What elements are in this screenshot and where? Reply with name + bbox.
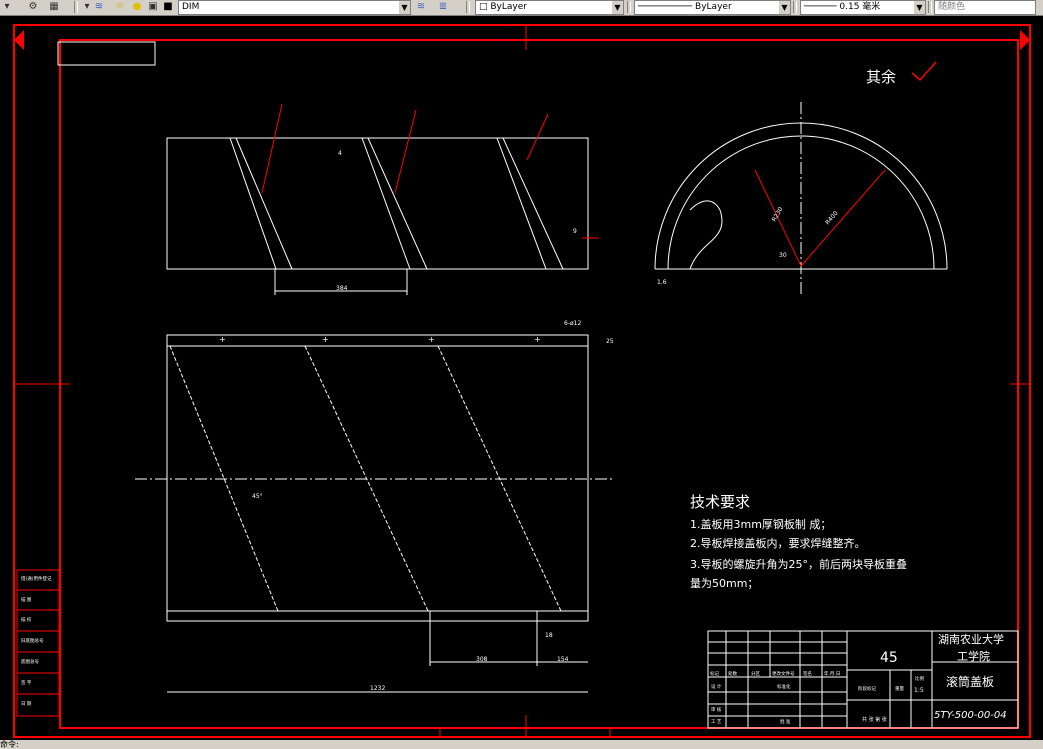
hole-mark: + xyxy=(428,335,435,344)
row-label: 设 计 xyxy=(711,683,722,690)
roughness-check-icon xyxy=(911,61,937,82)
linetype-value: ByLayer xyxy=(695,2,732,12)
scale-value: 1:5 xyxy=(914,687,924,694)
layer-state-icon[interactable]: ▦ xyxy=(47,0,61,13)
dim-gap: 4 xyxy=(338,150,342,157)
tech-item: 1.盖板用3mm厚钢板制 成； xyxy=(690,517,831,531)
dim-side: 25 xyxy=(606,338,614,345)
left-table-label: 签 字 xyxy=(21,679,32,686)
corner-mark xyxy=(1020,30,1030,50)
layer-manager-icon[interactable]: ⚙ xyxy=(26,0,40,13)
tech-item: 2.导板焊接盖板内，要求焊缝整齐。 xyxy=(690,536,866,550)
dropdown-arrow-icon[interactable]: ▾ xyxy=(0,0,14,13)
misc-label: 共 张 第 张 xyxy=(862,716,887,723)
part-name: 滚筒盖板 xyxy=(946,674,994,689)
dim-inner-r: R230 xyxy=(771,206,785,223)
school-dept: 工学院 xyxy=(957,649,990,663)
color-combo[interactable]: □ ByLayer ▼ xyxy=(475,0,624,15)
material-value: 45 xyxy=(880,650,898,666)
header-cell: 更改文件号 xyxy=(772,670,795,677)
arc-view xyxy=(654,102,948,297)
header-cell: 签名 xyxy=(803,670,812,677)
dim-d2: 154 xyxy=(557,656,569,663)
tech-item: 量为50mm； xyxy=(690,577,758,590)
left-table-label: 旧底图总号 xyxy=(21,637,44,644)
misc-label: 重量 xyxy=(895,685,904,692)
lineweight-combo-value: ────── 0.15 毫米 xyxy=(804,2,881,12)
left-table-label: 日 期 xyxy=(21,701,32,707)
bottom-ruler xyxy=(439,727,611,738)
drawing-number: 5TY-500-00-04 xyxy=(934,710,1007,721)
color-value: ByLayer xyxy=(490,2,527,12)
hole-mark: + xyxy=(219,335,226,344)
header-cell: 标记 xyxy=(710,670,719,677)
layer-combo-value: DIM xyxy=(182,2,200,12)
header-cell: 年.月.日 xyxy=(824,670,840,677)
misc-label: 阶段标记 xyxy=(858,685,876,692)
lineweight-combo[interactable]: ────── 0.15 毫米 ▼ xyxy=(800,0,926,15)
plotstyle-combo[interactable]: 随颜色 xyxy=(934,0,1036,15)
row-label: 工 艺 xyxy=(711,719,722,725)
color-combo-value: □ ByLayer xyxy=(479,2,527,12)
hole-mark: + xyxy=(534,335,541,344)
hole-mark: + xyxy=(322,335,329,344)
left-table-label: 借(通)用件登记 xyxy=(21,575,52,582)
plan-view xyxy=(135,334,615,693)
chevron-down-icon[interactable]: ▼ xyxy=(612,1,623,14)
outer-frame xyxy=(13,24,1031,738)
layers-icon[interactable]: ≋ xyxy=(92,0,106,13)
tech-item: 3.导板的螺旋升角为25°，前后两块导板重叠 xyxy=(690,557,907,571)
lineweight-value: 0.15 毫米 xyxy=(839,2,881,12)
row-label: 标准化 xyxy=(777,683,791,690)
command-line[interactable]: 命令: xyxy=(0,740,1043,749)
chevron-down-icon[interactable]: ▼ xyxy=(399,1,410,14)
dim-d1: 308 xyxy=(476,656,488,663)
plotstyle-value: 随颜色 xyxy=(938,2,966,12)
dim-bottom-gap: 18 xyxy=(545,632,553,639)
dim-small: 30 xyxy=(779,252,787,259)
drawing-svg: 其余 4 9 384 R230 R400 1.6 30 + + + + 6-ø1… xyxy=(13,24,1031,738)
code-box xyxy=(57,41,156,66)
roughness-label: 其余 xyxy=(866,68,896,86)
chevron-down-icon[interactable]: ▼ xyxy=(779,1,790,14)
dim-total: 1232 xyxy=(370,685,385,692)
drawing-canvas[interactable]: 其余 4 9 384 R230 R400 1.6 30 + + + + 6-ø1… xyxy=(0,16,1043,740)
sun-icon[interactable]: ● xyxy=(130,0,144,13)
row-label: 批 准 xyxy=(780,718,791,725)
left-table-label: 底图总号 xyxy=(21,658,39,665)
dim-height: 9 xyxy=(573,228,577,235)
command-prompt: 命令: xyxy=(0,740,19,749)
corner-mark xyxy=(14,30,24,50)
lightbulb-icon[interactable]: ☼ xyxy=(113,0,127,13)
linetype-combo-value: ────────── ByLayer xyxy=(638,2,732,12)
misc-label: 比例 xyxy=(915,675,924,682)
lock-icon[interactable]: ▣ xyxy=(146,0,160,13)
properties-toolbar: ▾ ⚙ ▦ ▾ ≋ ☼ ● ▣ ■ DIM ▼ ≋ ≣ □ ByLayer ▼ … xyxy=(0,0,1043,16)
header-cell: 处数 xyxy=(728,670,737,677)
layer-match-icon[interactable]: ≣ xyxy=(436,0,450,13)
chevron-down-icon[interactable]: ▼ xyxy=(914,1,925,14)
dim-angle: 45° xyxy=(252,493,263,500)
dim-pitch: 384 xyxy=(336,285,348,292)
left-table-label: 描 图 xyxy=(21,596,32,603)
dim-hole: 6-ø12 xyxy=(564,320,581,327)
header-cell: 分区 xyxy=(751,670,760,677)
tech-title: 技术要求 xyxy=(690,493,750,511)
layer-combo[interactable]: DIM ▼ xyxy=(178,0,411,15)
color-square-icon[interactable]: ■ xyxy=(161,0,175,13)
row-label: 审 核 xyxy=(711,706,722,713)
dim-width: 1.6 xyxy=(657,279,667,286)
school-name: 湖南农业大学 xyxy=(938,632,1004,646)
layer-previous-icon[interactable]: ≋ xyxy=(414,0,428,13)
left-table-label: 描 校 xyxy=(21,616,32,623)
linetype-combo[interactable]: ────────── ByLayer ▼ xyxy=(634,0,791,15)
section-view xyxy=(166,103,599,295)
